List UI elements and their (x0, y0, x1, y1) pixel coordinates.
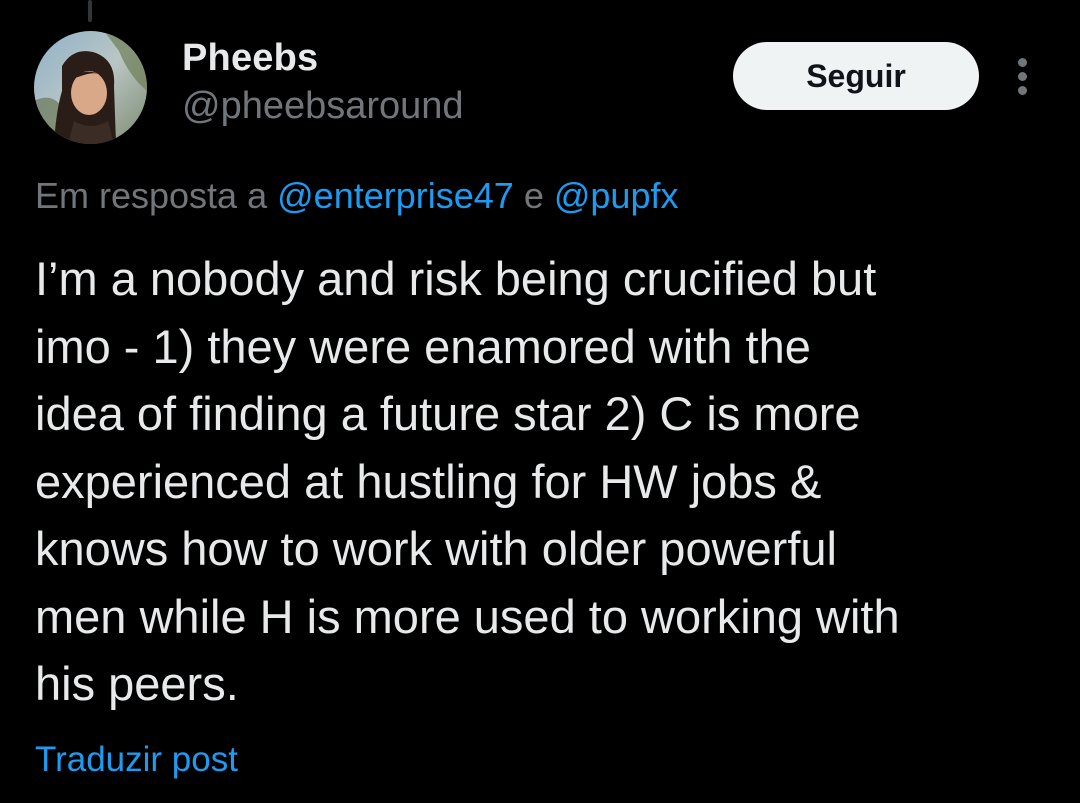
thread-connector-line (88, 0, 92, 22)
post-text-line: knows how to work with older powerful (35, 522, 837, 575)
user-avatar-photo-icon (34, 31, 147, 144)
translate-post-link[interactable]: Traduzir post (35, 740, 238, 780)
follow-button[interactable]: Seguir (733, 42, 979, 110)
post-text-line: I’m a nobody and risk being crucified bu… (35, 252, 877, 305)
more-vertical-icon (1018, 58, 1027, 67)
more-vertical-icon-dot (1018, 86, 1027, 95)
author-display-name[interactable]: Pheebs (182, 37, 318, 80)
more-vertical-icon-dot (1018, 72, 1027, 81)
post-text-line: his peers. (35, 657, 239, 710)
post-body-text: I’m a nobody and risk being crucified bu… (35, 245, 1045, 718)
reply-prefix: Em resposta a (35, 175, 268, 216)
reply-conjunction: e (523, 175, 544, 216)
post-text-line: men while H is more used to working with (35, 589, 900, 643)
mention-link-pupfx[interactable]: @pupfx (554, 175, 679, 216)
post-text-line: imo - 1) they were enamored with the (35, 319, 811, 373)
post-text-line: idea of finding a future star 2) C is mo… (35, 387, 861, 440)
reply-context: Em resposta a @enterprise47 e @pupfx (35, 175, 678, 217)
mention-link-enterprise47[interactable]: @enterprise47 (277, 175, 514, 216)
more-options-button[interactable] (1005, 52, 1041, 100)
avatar[interactable] (34, 31, 147, 144)
post-text-line: experienced at hustling for HW jobs & (35, 454, 822, 508)
author-handle[interactable]: @pheebsaround (182, 85, 464, 128)
